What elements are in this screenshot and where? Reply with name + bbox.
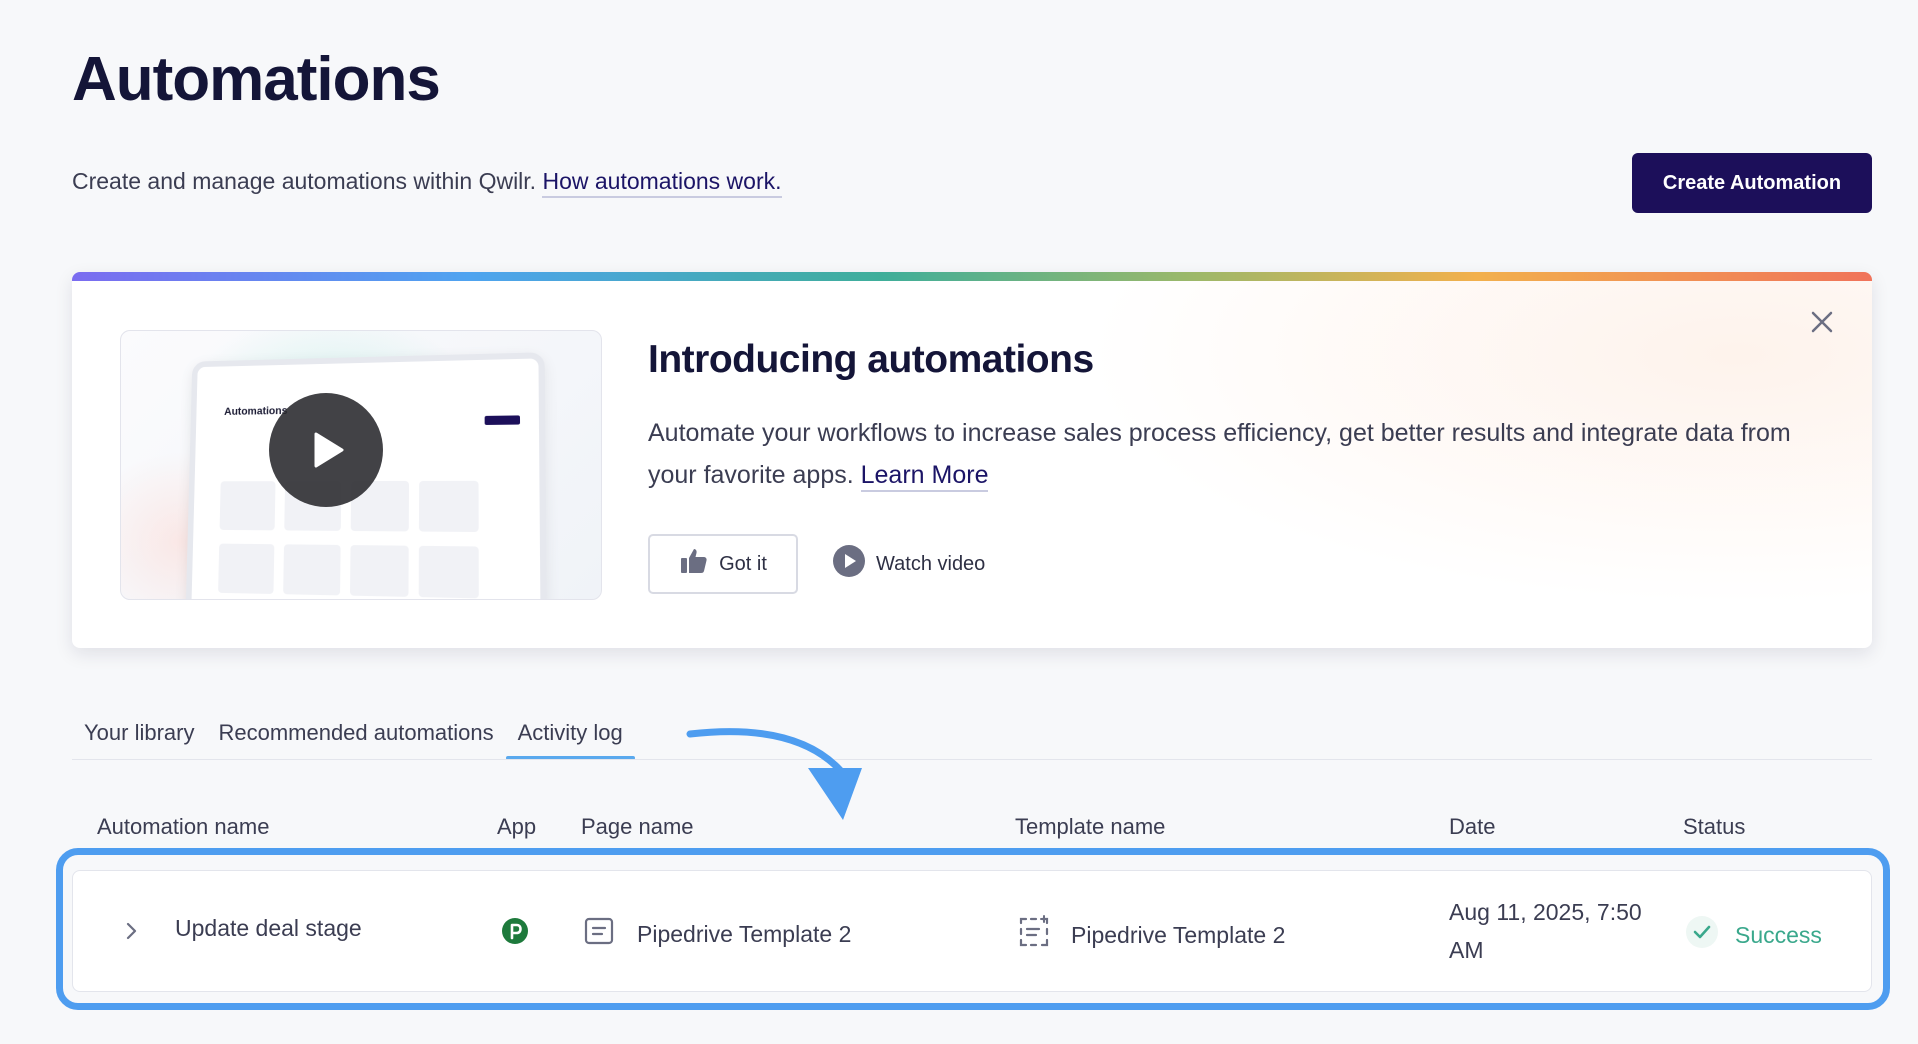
column-template-name: Template name (1015, 814, 1165, 840)
intro-card: Automations Introducing automations Auto… (72, 272, 1872, 648)
rainbow-bar (72, 272, 1872, 281)
date-cell: Aug 11, 2025, 7:50 AM (1449, 893, 1659, 969)
play-icon[interactable] (269, 393, 383, 507)
status-cell: Success (1685, 915, 1822, 955)
column-app: App (497, 814, 536, 840)
play-circle-icon (832, 544, 866, 584)
tab-recommended-automations[interactable]: Recommended automations (206, 716, 505, 760)
table-row[interactable]: Update deal stage Pipedrive Template 2 P… (72, 870, 1872, 992)
pipedrive-icon (501, 917, 529, 945)
page-subtitle: Create and manage automations within Qwi… (72, 168, 782, 195)
status-badge: Success (1735, 922, 1822, 949)
tab-activity-log[interactable]: Activity log (506, 716, 635, 760)
watch-video-label: Watch video (876, 553, 985, 576)
got-it-button[interactable]: Got it (648, 534, 798, 594)
template-name[interactable]: Pipedrive Template 2 (1071, 922, 1285, 949)
video-thumbnail[interactable]: Automations (120, 330, 602, 600)
check-icon (1685, 915, 1719, 955)
intro-description-text: Automate your workflows to increase sale… (648, 419, 1791, 489)
page-name[interactable]: Pipedrive Template 2 (637, 921, 851, 948)
create-automation-button[interactable]: Create Automation (1632, 153, 1872, 213)
learn-more-link[interactable]: Learn More (861, 461, 989, 492)
page-icon (583, 915, 615, 953)
automation-name: Update deal stage (175, 915, 362, 942)
thumbnail-title: Automations (224, 405, 288, 418)
thumbs-up-icon (679, 546, 709, 582)
column-page-name: Page name (581, 814, 694, 840)
annotation-arrow-icon (680, 720, 880, 850)
page-title: Automations (72, 44, 440, 115)
template-name-cell: Pipedrive Template 2 (1017, 915, 1285, 955)
intro-description: Automate your workflows to increase sale… (648, 412, 1828, 496)
got-it-label: Got it (719, 553, 767, 576)
subtitle-text: Create and manage automations within Qwi… (72, 168, 536, 194)
column-date: Date (1449, 814, 1495, 840)
tabs-divider (72, 759, 1872, 760)
close-icon[interactable] (1802, 302, 1842, 342)
chevron-right-icon[interactable] (113, 913, 149, 949)
tab-your-library[interactable]: Your library (72, 716, 206, 760)
page-name-cell: Pipedrive Template 2 (583, 915, 851, 953)
intro-title: Introducing automations (648, 338, 1094, 382)
tabs: Your library Recommended automations Act… (72, 716, 635, 760)
watch-video-button[interactable]: Watch video (832, 534, 985, 594)
column-automation-name: Automation name (97, 814, 269, 840)
how-automations-work-link[interactable]: How automations work. (542, 168, 781, 198)
template-icon (1017, 915, 1051, 955)
column-status: Status (1683, 814, 1745, 840)
